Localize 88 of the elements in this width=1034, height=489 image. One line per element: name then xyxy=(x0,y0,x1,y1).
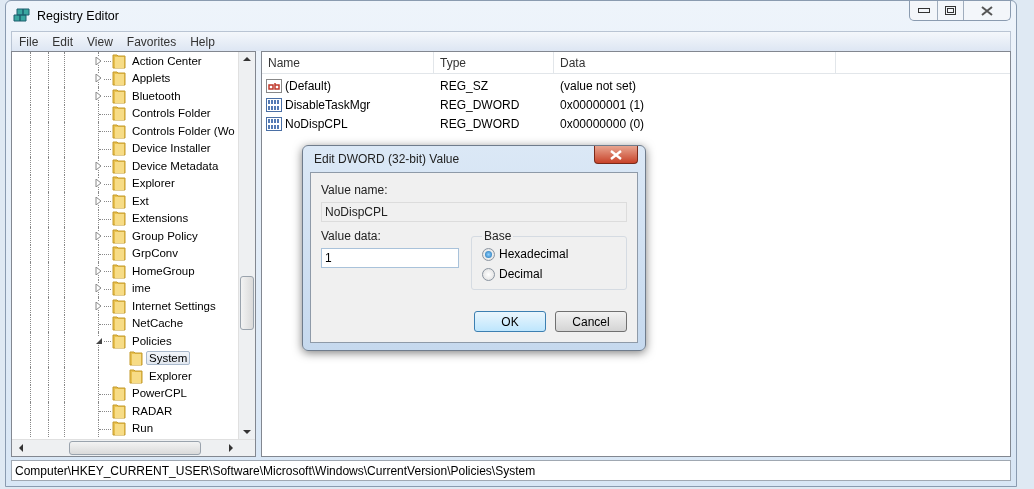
minimize-icon xyxy=(917,8,930,13)
tree-item[interactable]: Device Installer xyxy=(129,141,214,156)
close-icon xyxy=(981,5,993,16)
tree-item[interactable]: Run xyxy=(129,421,157,436)
value-name-field: NoDispCPL xyxy=(321,202,627,222)
window-title: Registry Editor xyxy=(37,9,119,23)
tree-item[interactable]: Explorer xyxy=(146,368,195,383)
value-name[interactable]: NoDispCPL xyxy=(285,116,348,131)
folder-icon xyxy=(112,70,126,87)
folder-icon xyxy=(112,227,126,244)
maximize-icon xyxy=(945,6,956,15)
value-type: REG_SZ xyxy=(440,78,488,93)
folder-icon xyxy=(112,157,126,174)
tree-item[interactable]: Device Metadata xyxy=(129,158,222,173)
dialog-close-button[interactable] xyxy=(594,146,638,164)
menu-item[interactable]: Edit xyxy=(45,34,81,49)
tree-item[interactable]: Controls Folder (Wo xyxy=(129,123,238,138)
tree-item[interactable]: System xyxy=(146,351,191,366)
base-radio[interactable]: Decimal xyxy=(482,267,616,281)
column-header[interactable]: Data xyxy=(554,52,836,73)
tree-item[interactable]: Extensions xyxy=(129,211,192,226)
binary-value-icon xyxy=(266,97,282,112)
dialog-button[interactable]: Cancel xyxy=(555,311,627,332)
tree-item[interactable]: Internet Settings xyxy=(129,298,219,313)
tree-item[interactable]: Policies xyxy=(129,333,175,348)
folder-icon xyxy=(112,280,126,297)
folder-icon xyxy=(129,367,143,384)
value-name[interactable]: DisableTaskMgr xyxy=(285,97,371,112)
folder-icon xyxy=(112,385,126,402)
menu-item[interactable]: File xyxy=(12,34,46,49)
tree-item[interactable]: HomeGroup xyxy=(129,263,198,278)
folder-icon xyxy=(112,192,126,209)
expand-triangle-icon[interactable] xyxy=(95,231,103,240)
value-data: 0x00000001 (1) xyxy=(560,97,645,112)
status-bar: Computer\HKEY_CURRENT_USER\Software\Microsoft\Windows\CurrentVersion\Policies\System xyxy=(11,460,1011,481)
scroll-thumb[interactable] xyxy=(69,441,201,455)
horizontal-scrollbar[interactable] xyxy=(12,439,255,456)
collapse-triangle-icon[interactable] xyxy=(95,336,103,345)
tree-item[interactable]: ime xyxy=(129,281,154,296)
column-header[interactable]: Type xyxy=(434,52,554,73)
folder-icon xyxy=(112,420,126,437)
group-label: Base xyxy=(483,229,513,243)
string-value-icon xyxy=(266,78,282,93)
registry-cubes-icon xyxy=(13,7,31,25)
tree-item[interactable]: PowerCPL xyxy=(129,386,190,401)
folder-icon xyxy=(112,245,126,262)
folder-icon xyxy=(129,350,143,367)
field-label: Value name: xyxy=(321,183,389,197)
tree-item[interactable]: Bluetooth xyxy=(129,88,184,103)
tree-item[interactable]: GrpConv xyxy=(129,246,182,261)
folder-icon xyxy=(112,262,126,279)
folder-icon xyxy=(112,402,126,419)
value-data: (value not set) xyxy=(560,78,637,93)
folder-icon xyxy=(112,210,126,227)
field-label: Value data: xyxy=(321,229,382,243)
value-data-field[interactable]: 1 xyxy=(321,248,459,268)
folder-icon xyxy=(112,140,126,157)
binary-value-icon xyxy=(266,116,282,131)
dialog-button[interactable]: OK xyxy=(474,311,546,332)
tree-item[interactable]: Controls Folder xyxy=(129,106,214,121)
folder-icon xyxy=(112,87,126,104)
menu-item[interactable]: Help xyxy=(183,34,222,49)
menu-item[interactable]: Favorites xyxy=(119,34,184,49)
folder-icon xyxy=(112,175,126,192)
tree-item[interactable]: Applets xyxy=(129,71,174,86)
dialog-title: Edit DWORD (32-bit) Value xyxy=(314,152,460,166)
folder-icon xyxy=(112,297,126,314)
tree-item[interactable]: Explorer xyxy=(129,176,178,191)
tree-item[interactable]: NetCache xyxy=(129,316,187,331)
tree-item[interactable]: Action Center xyxy=(129,53,205,68)
tree-item[interactable]: RADAR xyxy=(129,403,176,418)
folder-icon xyxy=(112,315,126,332)
folder-icon xyxy=(112,332,126,349)
value-data: 0x00000000 (0) xyxy=(560,116,645,131)
tree-item[interactable]: Group Policy xyxy=(129,228,201,243)
value-type: REG_DWORD xyxy=(440,116,520,131)
value-type: REG_DWORD xyxy=(440,97,520,112)
folder-icon xyxy=(112,105,126,122)
vertical-scrollbar[interactable] xyxy=(238,52,255,439)
scroll-thumb[interactable] xyxy=(240,276,254,330)
value-name[interactable]: (Default) xyxy=(285,78,331,93)
close-icon xyxy=(610,149,622,160)
column-header[interactable]: Name xyxy=(262,52,434,73)
folder-icon xyxy=(112,52,126,69)
tree-item[interactable]: Ext xyxy=(129,193,152,208)
menu-item[interactable]: View xyxy=(80,34,120,49)
base-radio[interactable]: Hexadecimal xyxy=(482,247,616,261)
folder-icon xyxy=(112,122,126,139)
